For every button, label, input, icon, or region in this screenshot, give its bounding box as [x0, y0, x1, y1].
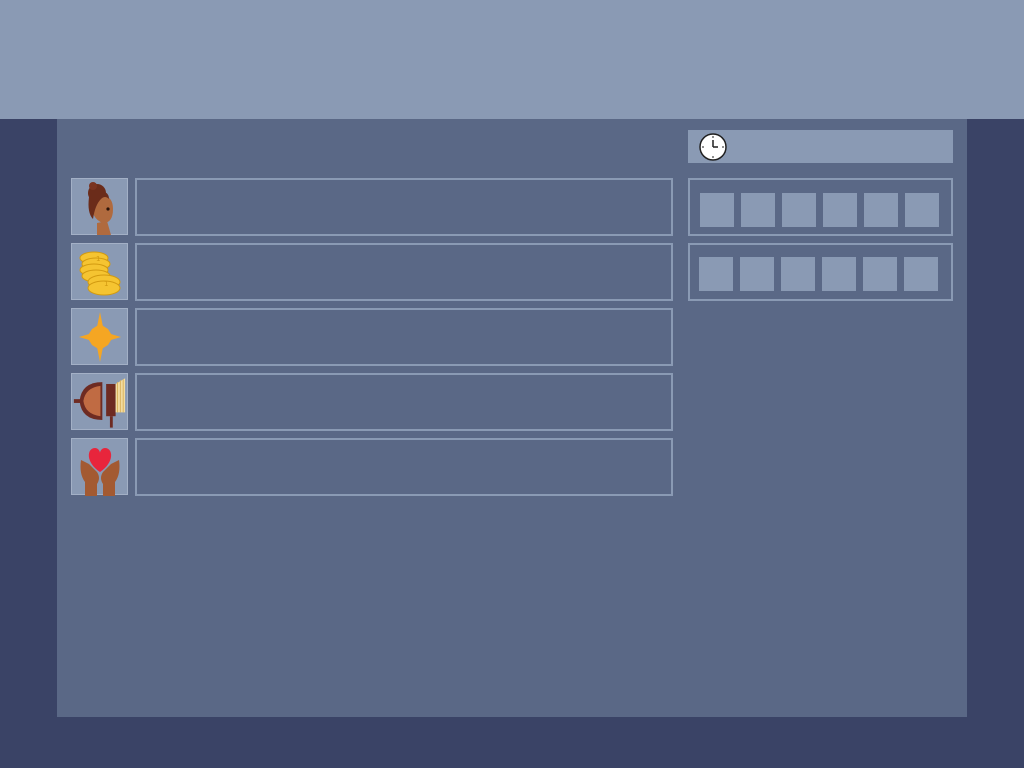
inventory-slot[interactable] [823, 193, 857, 227]
care-stat-bar [135, 438, 673, 496]
coins-stat-bar [135, 243, 673, 301]
inventory-slot[interactable] [741, 193, 775, 227]
inventory-slot[interactable] [822, 257, 856, 291]
inventory-slot[interactable] [740, 257, 774, 291]
inventory-slot[interactable] [904, 257, 938, 291]
inventory-slot[interactable] [864, 193, 898, 227]
clock-icon [699, 132, 727, 161]
character-portrait-icon[interactable] [71, 178, 128, 235]
inventory-slot[interactable] [781, 257, 815, 291]
inventory-slot[interactable] [905, 193, 939, 227]
clock-bar [688, 130, 953, 163]
inventory-row [688, 243, 953, 301]
inventory-slot[interactable] [699, 257, 733, 291]
svg-text:1: 1 [104, 280, 108, 288]
inventory-slot[interactable] [782, 193, 816, 227]
inventory-slot[interactable] [700, 193, 734, 227]
svg-text:1: 1 [96, 255, 100, 263]
top-banner [0, 0, 1024, 119]
heart-in-hands-icon[interactable] [71, 438, 128, 496]
defense-stat-bar [135, 373, 673, 431]
inventory-slot[interactable] [863, 257, 897, 291]
gold-coins-icon[interactable]: 1 1 [71, 243, 128, 300]
inventory-row [688, 178, 953, 236]
star-burst-icon[interactable] [71, 308, 128, 365]
portrait-stat-bar [135, 178, 673, 236]
star-stat-bar [135, 308, 673, 366]
shield-brush-icon[interactable] [71, 373, 128, 430]
